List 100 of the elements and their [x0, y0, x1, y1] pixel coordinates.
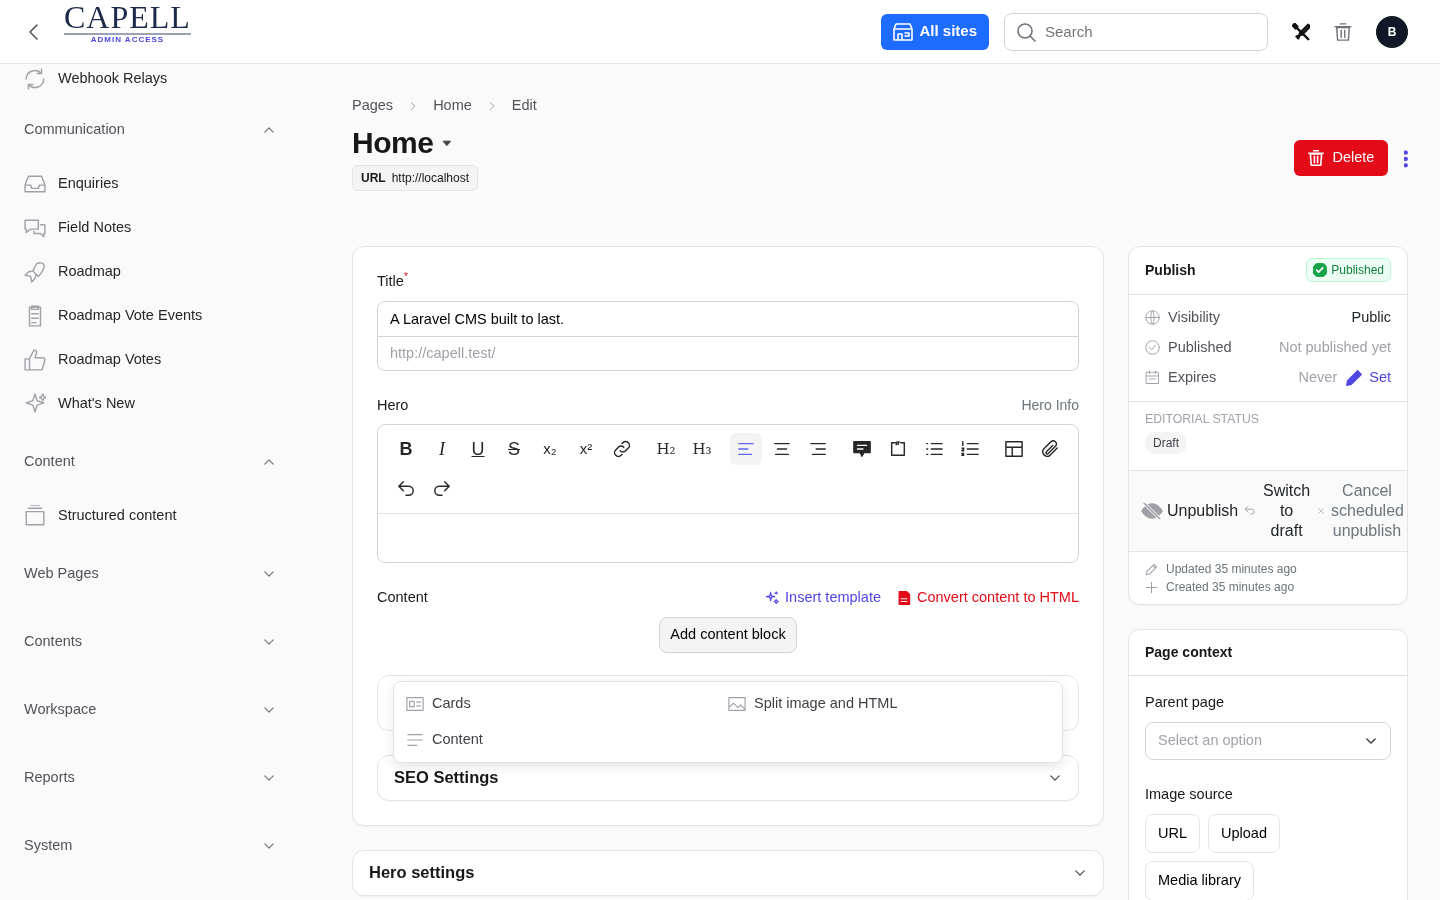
- sidebar-item[interactable]: Webhook Relays: [24, 64, 276, 94]
- check-circle-icon: [1145, 340, 1160, 356]
- logo-tagline: ADMIN ACCESS: [90, 36, 165, 44]
- slug-field[interactable]: http://capell.test/: [377, 336, 1079, 371]
- card-title: Publish: [1145, 260, 1196, 280]
- set-link[interactable]: Set: [1345, 366, 1391, 389]
- field-value: Public: [1351, 307, 1391, 327]
- id-card-icon: [406, 694, 424, 713]
- eye-slash-icon: [1141, 503, 1163, 520]
- field-label: Content: [377, 588, 429, 608]
- url-tag: URL http://localhost: [352, 164, 479, 191]
- cancel-unpublish-button[interactable]: Cancel scheduled unpublish: [1331, 481, 1403, 542]
- field-label: Parent page: [1145, 693, 1225, 713]
- thumbs-up-icon: [24, 349, 46, 371]
- numbered-list-icon: [961, 440, 979, 459]
- sidebar-section-header[interactable]: Reports: [24, 742, 276, 810]
- search-icon: [1016, 21, 1036, 42]
- breadcrumb-link[interactable]: Home: [433, 95, 472, 117]
- field-value: Never: [1298, 367, 1338, 387]
- insert-template-link[interactable]: Insert template: [765, 587, 881, 609]
- menu-item[interactable]: Cards: [406, 685, 728, 722]
- status-badge: Draft: [1145, 432, 1187, 455]
- add-block-button[interactable]: Add content block: [659, 617, 797, 653]
- all-sites-button[interactable]: All sites: [881, 13, 989, 50]
- convert-link[interactable]: Convert content to HTML: [897, 587, 1079, 609]
- status-badge: Published: [1306, 258, 1391, 283]
- sidebar-item[interactable]: Field Notes: [24, 206, 276, 250]
- rocket-icon: [24, 261, 46, 283]
- rich-text-editor[interactable]: B I U S x₂ x² H₂ H₃: [377, 424, 1079, 564]
- title-field[interactable]: A Laravel CMS built to last.: [377, 300, 1079, 337]
- sidebar-item[interactable]: Roadmap Vote Events: [24, 294, 276, 338]
- comment-icon: [853, 440, 871, 459]
- image-source-button[interactable]: Media library: [1145, 861, 1254, 900]
- chat-icon: [24, 217, 46, 239]
- toolbar-button[interactable]: x₂: [534, 433, 566, 466]
- link-icon: [613, 440, 631, 459]
- calendar-icon: [1145, 370, 1160, 386]
- sidebar-section-header[interactable]: Communication: [24, 94, 276, 162]
- menu-item[interactable]: Split image and HTML: [728, 685, 1050, 722]
- sidebar-section-header[interactable]: System: [24, 810, 276, 878]
- field-label: Published: [1168, 337, 1233, 357]
- sparkle-icon: [24, 393, 46, 415]
- pencil-icon: [1145, 562, 1158, 576]
- document-icon: [897, 591, 911, 606]
- sidebar-section-header[interactable]: Contents: [24, 606, 276, 674]
- collapsible-section[interactable]: Hero settings: [352, 849, 1104, 896]
- sidebar-item[interactable]: Roadmap: [24, 250, 276, 294]
- page-title: Home: [352, 124, 434, 161]
- toolbar-button[interactable]: H₃: [686, 433, 718, 466]
- inbox-icon: [24, 173, 46, 195]
- sidebar-item[interactable]: Structured content: [24, 494, 276, 538]
- kebab-icon: [1404, 149, 1408, 168]
- code-block-icon: [889, 440, 907, 459]
- delete-button[interactable]: Delete: [1294, 139, 1389, 176]
- sidebar-section-header[interactable]: Web Pages: [24, 538, 276, 606]
- breadcrumb-current: Edit: [511, 96, 537, 115]
- breadcrumb-link[interactable]: Pages: [352, 95, 394, 117]
- plus-icon: [1145, 580, 1158, 594]
- toolbar-button[interactable]: I: [426, 433, 458, 466]
- image-icon: [728, 694, 746, 713]
- unpublish-button[interactable]: Unpublish: [1141, 499, 1239, 524]
- redo-icon: [433, 480, 451, 499]
- toolbar-button[interactable]: B: [390, 433, 422, 466]
- table-icon: [1005, 440, 1023, 459]
- pencil-icon: [1345, 368, 1364, 387]
- field-label: Title$^{*}$: [377, 270, 410, 291]
- sidebar-section-header[interactable]: Workspace: [24, 674, 276, 742]
- timestamp: Created 35 minutes ago: [1166, 579, 1295, 597]
- timestamp: Updated 35 minutes ago: [1166, 561, 1297, 579]
- trash-icon: [1308, 149, 1325, 166]
- toolbar-button[interactable]: U: [462, 433, 494, 466]
- globe-icon: [1145, 310, 1160, 326]
- card-title: Page context: [1145, 643, 1233, 663]
- field-label: Hero: [377, 395, 409, 415]
- field-label: Expires: [1168, 367, 1218, 387]
- user-avatar[interactable]: B: [1376, 15, 1408, 48]
- field-label: Visibility: [1168, 307, 1222, 327]
- storefront-icon: [893, 21, 914, 42]
- close-icon: [1317, 507, 1325, 516]
- search-field[interactable]: Search: [1004, 12, 1268, 51]
- image-source-button[interactable]: Upload: [1208, 813, 1280, 854]
- refresh-icon: [24, 68, 46, 90]
- sidebar-item[interactable]: Enquiries: [24, 162, 276, 206]
- sidebar-section-header[interactable]: Content: [24, 426, 276, 494]
- section-label: EDITORIAL STATUS: [1145, 410, 1260, 428]
- sidebar-item[interactable]: Roadmap Votes: [24, 338, 276, 382]
- toolbar-button[interactable]: H₂: [650, 433, 682, 466]
- switch-draft-button[interactable]: Switch to draft: [1262, 481, 1311, 542]
- field-label: Image source: [1145, 784, 1234, 804]
- sidebar-item[interactable]: What's New: [24, 382, 276, 426]
- tools-icon: [1292, 23, 1310, 42]
- undo-icon: [397, 480, 415, 499]
- toolbar-button[interactable]: S: [498, 433, 530, 466]
- stack-icon: [24, 505, 46, 527]
- trash-icon: [1334, 23, 1352, 42]
- field-value: Not published yet: [1278, 337, 1391, 357]
- toolbar-button[interactable]: x²: [570, 433, 602, 466]
- undo-icon: [1244, 505, 1257, 518]
- hero-info-link[interactable]: Hero Info: [1021, 394, 1079, 417]
- image-source-button[interactable]: URL: [1145, 813, 1200, 854]
